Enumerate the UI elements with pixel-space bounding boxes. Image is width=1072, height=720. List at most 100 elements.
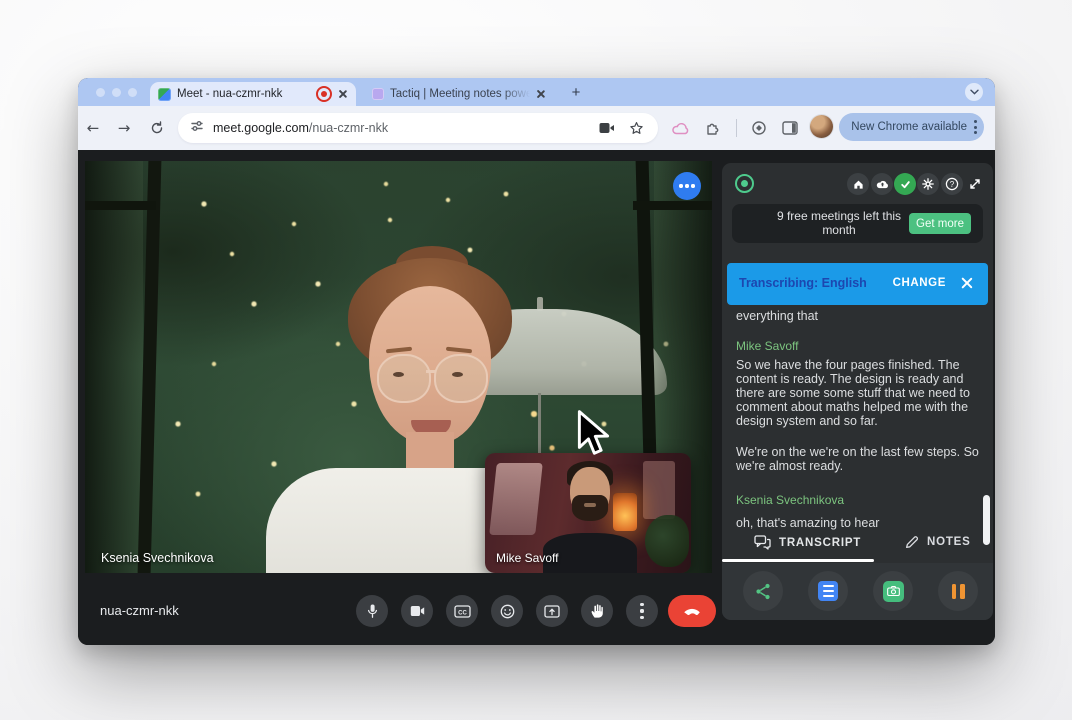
tab-strip: Meet - nua-czmr-nkk Tactiq | Meeting not…: [78, 78, 995, 106]
camera-in-use-icon[interactable]: [599, 122, 615, 134]
transcript-paragraph: So we have the four pages finished. The …: [736, 359, 979, 429]
door-frame-decor: [85, 201, 156, 210]
meet-page: Ksenia Svechnikova Mike Savoff nua-czmr-…: [78, 150, 995, 645]
raise-hand-button[interactable]: [581, 595, 613, 627]
window-minimize-button[interactable]: [112, 88, 121, 97]
extension-lens-icon[interactable]: [747, 116, 771, 140]
tactiq-logo-icon: [735, 174, 754, 193]
tactiq-favicon-icon: [372, 88, 384, 100]
door-frame-decor: [633, 201, 712, 210]
tab-close-icon[interactable]: [536, 89, 546, 99]
camera-capture-icon: [883, 581, 904, 602]
transcript-speaker: Ksenia Svechnikova: [736, 493, 844, 507]
tab-meet[interactable]: Meet - nua-czmr-nkk: [150, 82, 356, 106]
free-meetings-text: 9 free meetings left this month: [760, 210, 918, 237]
free-meetings-card: 9 free meetings left this month Get more: [732, 204, 983, 243]
recording-indicator-icon: [316, 86, 332, 102]
expand-panel-icon[interactable]: [964, 173, 986, 195]
mouse-cursor: [574, 410, 614, 467]
banner-close-icon[interactable]: [960, 276, 974, 290]
window-decor: [489, 463, 543, 535]
browser-window: Meet - nua-czmr-nkk Tactiq | Meeting not…: [78, 78, 995, 645]
tab-transcript-label: TRANSCRIPT: [779, 537, 861, 549]
toolbar-divider: [736, 119, 737, 137]
new-tab-button[interactable]: +: [566, 83, 586, 103]
tab-notes-label: NOTES: [927, 536, 971, 548]
transcript-speaker: Mike Savoff: [736, 339, 798, 353]
tab-close-icon[interactable]: [338, 89, 348, 99]
transcript-paragraph: oh, that's amazing to hear: [736, 517, 979, 531]
panel-action-bar: [722, 563, 993, 620]
more-options-button[interactable]: [626, 595, 658, 627]
browser-menu-icon[interactable]: [974, 120, 977, 134]
kebab-icon: [640, 603, 643, 619]
chat-bubble-badge-icon[interactable]: [673, 172, 701, 200]
pip-video-tile[interactable]: Mike Savoff: [485, 453, 691, 573]
extension-cloud-icon[interactable]: [669, 116, 693, 140]
tab-transcript[interactable]: TRANSCRIPT: [754, 535, 861, 550]
tactiq-sidebar: ? 9 free meetings left this month Get mo…: [722, 163, 993, 620]
site-settings-icon[interactable]: [190, 119, 204, 138]
reactions-button[interactable]: [491, 595, 523, 627]
tab-meet-title: Meet - nua-czmr-nkk: [177, 88, 310, 100]
pause-icon: [952, 584, 965, 599]
reload-button[interactable]: [145, 116, 169, 140]
pause-recording-button[interactable]: [938, 571, 978, 611]
settings-gear-icon[interactable]: [917, 173, 939, 195]
extensions-puzzle-icon[interactable]: [701, 116, 725, 140]
pip-name-label: Mike Savoff: [496, 551, 558, 565]
mic-button[interactable]: [356, 595, 388, 627]
address-bar[interactable]: meet.google.com/nua-czmr-nkk: [178, 113, 658, 143]
chrome-update-button[interactable]: New Chrome available: [839, 113, 984, 141]
back-button[interactable]: ←: [81, 116, 105, 140]
bookmark-star-icon[interactable]: [629, 121, 644, 136]
tab-search-chevron-icon[interactable]: [965, 83, 983, 101]
end-call-button[interactable]: [668, 595, 716, 627]
screenshot-button[interactable]: [873, 571, 913, 611]
main-video-tile[interactable]: Ksenia Svechnikova Mike Savoff: [85, 161, 712, 573]
tab-tactiq-title: Tactiq | Meeting notes powe: [390, 88, 530, 100]
window-close-button[interactable]: [96, 88, 105, 97]
panel-tabs: TRANSCRIPT NOTES: [722, 535, 993, 561]
browser-toolbar: ← → meet.google.com/nua-czmr-nkk: [78, 106, 995, 150]
svg-text:?: ?: [950, 180, 955, 189]
captions-button[interactable]: CC: [446, 595, 478, 627]
window-zoom-button[interactable]: [128, 88, 137, 97]
transcript-partial: everything that: [736, 310, 979, 324]
present-button[interactable]: [536, 595, 568, 627]
chat-bubbles-icon: [764, 540, 771, 550]
change-language-button[interactable]: CHANGE: [893, 277, 946, 289]
forward-button[interactable]: →: [112, 116, 136, 140]
cc-glyph: CC: [458, 610, 467, 616]
transcribing-status: Transcribing: English: [739, 276, 867, 290]
camera-button[interactable]: [401, 595, 433, 627]
cloud-upload-icon[interactable]: [871, 173, 893, 195]
door-glass-decor: [85, 161, 143, 573]
tab-tactiq[interactable]: Tactiq | Meeting notes powe: [366, 82, 552, 106]
window-decor: [643, 461, 675, 519]
participant-mike: [584, 503, 596, 507]
plant-decor: [645, 515, 689, 567]
active-tab-underline: [722, 559, 874, 562]
participant-name-label: Ksenia Svechnikova: [101, 551, 214, 565]
transcript-paragraph: We're on the we're on the last few steps…: [736, 446, 979, 474]
url-text: meet.google.com/nua-czmr-nkk: [213, 121, 599, 135]
get-more-button[interactable]: Get more: [909, 213, 971, 234]
docs-icon: [818, 581, 838, 601]
meeting-code-label: nua-czmr-nkk: [100, 603, 179, 618]
side-panel-icon[interactable]: [778, 116, 802, 140]
participant-mike: [572, 495, 608, 521]
share-button[interactable]: [743, 571, 783, 611]
profile-avatar[interactable]: [810, 115, 833, 138]
tab-notes[interactable]: NOTES: [905, 535, 971, 549]
help-icon[interactable]: ?: [941, 173, 963, 195]
pencil-icon: [907, 537, 918, 548]
desktop: Meet - nua-czmr-nkk Tactiq | Meeting not…: [0, 0, 1072, 720]
fireplace-decor: [613, 493, 637, 531]
home-icon[interactable]: [847, 173, 869, 195]
meet-favicon-icon: [158, 88, 171, 101]
privacy-check-icon[interactable]: [894, 173, 916, 195]
transcribing-banner: Transcribing: English CHANGE: [727, 263, 988, 305]
google-docs-button[interactable]: [808, 571, 848, 611]
chrome-update-label: New Chrome available: [851, 121, 967, 133]
